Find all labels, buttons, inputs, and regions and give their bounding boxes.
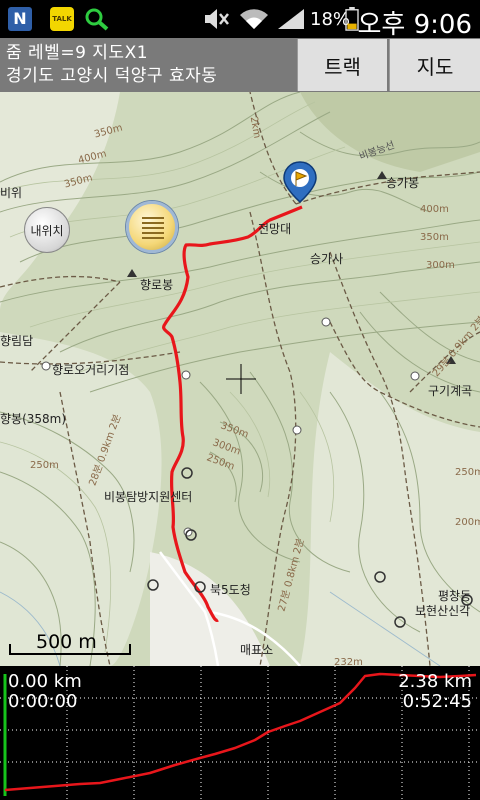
- location-info: 줌 레벨=9 지도X1 경기도 고양시 덕양구 효자동: [6, 42, 217, 88]
- scale-label: 500 m: [36, 631, 97, 653]
- wifi-icon: [240, 9, 268, 29]
- start-distance: 0.00 km: [8, 671, 82, 692]
- end-distance: 2.38 km: [398, 671, 472, 692]
- map-label: 구기계곡: [428, 384, 473, 398]
- profile-start-info: 0.00 km 0:00:00: [8, 672, 82, 712]
- app-screen: N TALK 18% 오후 9:06 줌 레벨=9 지도X1 경기도 고양시 덕…: [0, 0, 480, 800]
- menu-icon: [142, 217, 164, 219]
- kakaotalk-icon: TALK: [50, 7, 74, 31]
- my-location-button[interactable]: 내위치: [24, 207, 70, 253]
- naver-icon: N: [8, 7, 32, 31]
- contour-label: 232m: [334, 657, 363, 666]
- map-label: 북5도청: [210, 583, 251, 597]
- map-label: 향로봉: [140, 278, 174, 292]
- map-label: 승가봉: [386, 176, 420, 190]
- zoom-level-text: 줌 레벨=9 지도X1: [6, 43, 149, 63]
- topo-map[interactable]: 전망대 승가사 승가봉 비봉능선 향로봉 향로오거리기점 비봉탐방지원센터 북5…: [0, 92, 480, 666]
- profile-end-info: 2.38 km 0:52:45: [398, 672, 472, 712]
- contour-label: 200m: [455, 517, 480, 528]
- battery-percent: 18%: [310, 9, 351, 30]
- search-icon: [85, 8, 109, 31]
- menu-button[interactable]: [126, 201, 178, 253]
- contour-label: 400m: [420, 204, 449, 215]
- signal-icon: [278, 9, 304, 29]
- map-label: 전망대: [258, 222, 292, 236]
- contour-label: 300m: [426, 260, 455, 271]
- map-label: 비위: [0, 186, 23, 200]
- status-bar: N TALK 18% 오후 9:06: [0, 0, 480, 40]
- map-label: 보현산신각: [415, 604, 471, 618]
- map-button[interactable]: 지도: [389, 39, 480, 91]
- contour-label: 350m: [420, 232, 449, 243]
- contour-label: 250m: [30, 460, 59, 471]
- map-label: 향로오거리기점: [52, 363, 130, 377]
- start-time: 0:00:00: [8, 691, 78, 712]
- map-label: 향봉(358m): [0, 412, 67, 426]
- elevation-profile[interactable]: 0.00 km 0:00:00 2.38 km 0:52:45: [0, 666, 480, 800]
- clock: 오후 9:06: [357, 10, 473, 40]
- contour-label: 250m: [455, 467, 480, 478]
- end-time: 0:52:45: [402, 691, 472, 712]
- map-label: 향림담: [0, 334, 34, 348]
- map-label: 승가사: [310, 252, 344, 266]
- address-text: 경기도 고양시 덕양구 효자동: [6, 66, 218, 86]
- map-header: 줌 레벨=9 지도X1 경기도 고양시 덕양구 효자동 트랙 지도: [0, 38, 480, 92]
- map-label: 매표소: [240, 643, 274, 657]
- mute-icon: [205, 9, 229, 29]
- map-label: 비봉탐방지원센터: [104, 490, 193, 504]
- track-button[interactable]: 트랙: [297, 39, 387, 91]
